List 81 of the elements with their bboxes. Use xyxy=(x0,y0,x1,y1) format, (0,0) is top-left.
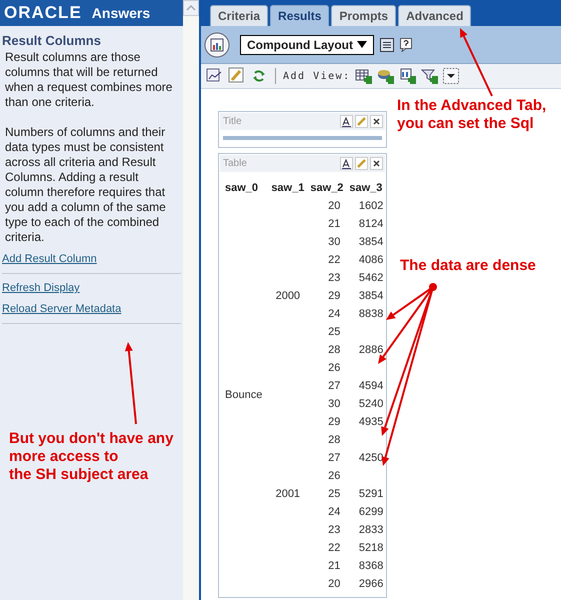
table-cell-text: 20 xyxy=(327,198,342,214)
table-cell-text: 22 xyxy=(327,252,342,268)
add-chart-icon[interactable] xyxy=(376,67,395,85)
column-header: saw_0 xyxy=(224,180,260,196)
table-cell-text: 1602 xyxy=(358,198,384,214)
close-icon[interactable] xyxy=(370,157,384,170)
table-cell-text: 2000 xyxy=(274,288,302,304)
table-cell-text: 8368 xyxy=(358,558,384,574)
close-icon[interactable] xyxy=(370,115,384,128)
column-header: saw_3 xyxy=(348,180,384,196)
annotation-text: In the Advanced Tab, you can set the Sql xyxy=(397,97,546,133)
table-cell-text: 28 xyxy=(327,342,342,358)
table-cell-text: 3854 xyxy=(358,234,384,250)
table-cell-text: 30 xyxy=(327,234,342,250)
add-table-icon[interactable] xyxy=(354,67,373,85)
list-icon[interactable] xyxy=(380,38,394,52)
table-cell-text: 24 xyxy=(327,504,342,520)
table-cell-text: 5240 xyxy=(358,396,384,412)
view-label: Table xyxy=(223,157,247,171)
table-cell-text: 4086 xyxy=(358,252,384,268)
table-cell-text: 4594 xyxy=(358,378,384,394)
table-cell-text: 5218 xyxy=(358,540,384,556)
brand-logo-text: ORACLE xyxy=(4,2,82,24)
format-text-icon[interactable] xyxy=(340,115,354,128)
action-link[interactable]: Reload Server Metadata xyxy=(2,303,122,315)
table-cell-text: 2966 xyxy=(358,576,384,592)
add-pivot-icon[interactable] xyxy=(398,67,417,85)
table-cell-text: 27 xyxy=(327,450,342,466)
table-cell-text: 26 xyxy=(327,360,342,376)
table-cell-text: 2886 xyxy=(358,342,384,358)
report-chart-icon[interactable] xyxy=(204,32,230,58)
table-cell-text: 26 xyxy=(327,468,342,484)
table-cell-text: 24 xyxy=(327,306,342,322)
table-cell-text: 23 xyxy=(327,270,342,286)
table-cell-text: 25 xyxy=(327,486,342,502)
tab[interactable]: Results xyxy=(270,5,330,26)
table-cell-text: 8124 xyxy=(358,216,384,232)
more-views-dropdown[interactable] xyxy=(442,68,459,84)
table-cell-text: 6299 xyxy=(358,504,384,520)
help-icon[interactable] xyxy=(400,38,412,52)
table-cell-text: 23 xyxy=(327,522,342,538)
tab[interactable]: Criteria xyxy=(210,5,268,26)
table-cell-text: 29 xyxy=(327,414,342,430)
annotation-text: The data are dense xyxy=(400,257,536,275)
table-cell-text: 29 xyxy=(327,288,342,304)
table-cell-text: 4250 xyxy=(358,450,384,466)
table-cell-text: 22 xyxy=(327,540,342,556)
table-cell-text: 5291 xyxy=(358,486,384,502)
add-view-label: Add View: xyxy=(283,70,351,84)
annotation-arrow xyxy=(460,28,493,96)
table-cell-text: 4935 xyxy=(358,414,384,430)
tab[interactable]: Advanced xyxy=(398,5,472,26)
view-label: Title xyxy=(223,115,242,129)
caret-icon xyxy=(356,41,367,48)
action-link[interactable]: Add Result Column xyxy=(2,253,97,265)
table-cell-text: 30 xyxy=(327,396,342,412)
table-cell-text: Bounce xyxy=(224,388,264,403)
help-paragraph: Numbers of columns and their data types must be consistent across all criteria and Result Columns. Adding a result column therefore requires that you add a column of the same type to each of the combined criteria. xyxy=(4,125,167,245)
table-cell-text: 25 xyxy=(327,324,342,340)
table-cell-text: 2001 xyxy=(274,486,302,502)
table-cell-text: 21 xyxy=(327,216,342,232)
table-cell-text: 27 xyxy=(327,378,342,394)
table-cell-text: 28 xyxy=(327,432,342,448)
table-cell-text: 3854 xyxy=(358,288,384,304)
table-cell-text: 8838 xyxy=(358,306,384,322)
tab[interactable]: Prompts xyxy=(331,5,396,26)
format-text-icon[interactable] xyxy=(340,157,354,170)
table-cell-text: 5462 xyxy=(358,270,384,286)
column-header: saw_2 xyxy=(309,180,344,196)
annotation-text: But you don't have any more access to the SH subject area xyxy=(9,430,174,484)
column-header: saw_1 xyxy=(270,180,306,196)
add-filter-icon[interactable] xyxy=(420,67,439,85)
table-cell-text: 21 xyxy=(327,558,342,574)
panel-title: Result Columns xyxy=(2,33,102,48)
layout-select[interactable]: Compound Layout xyxy=(240,34,374,54)
help-paragraph: Result columns are those columns that will be returned when a request combines more than one criteria. xyxy=(4,50,174,110)
action-link[interactable]: Refresh Display xyxy=(2,282,80,294)
product-title: Answers xyxy=(92,4,150,22)
table-cell-text: 2833 xyxy=(358,522,384,538)
table-cell-text: 20 xyxy=(327,576,342,592)
annotation-dot xyxy=(429,283,437,291)
